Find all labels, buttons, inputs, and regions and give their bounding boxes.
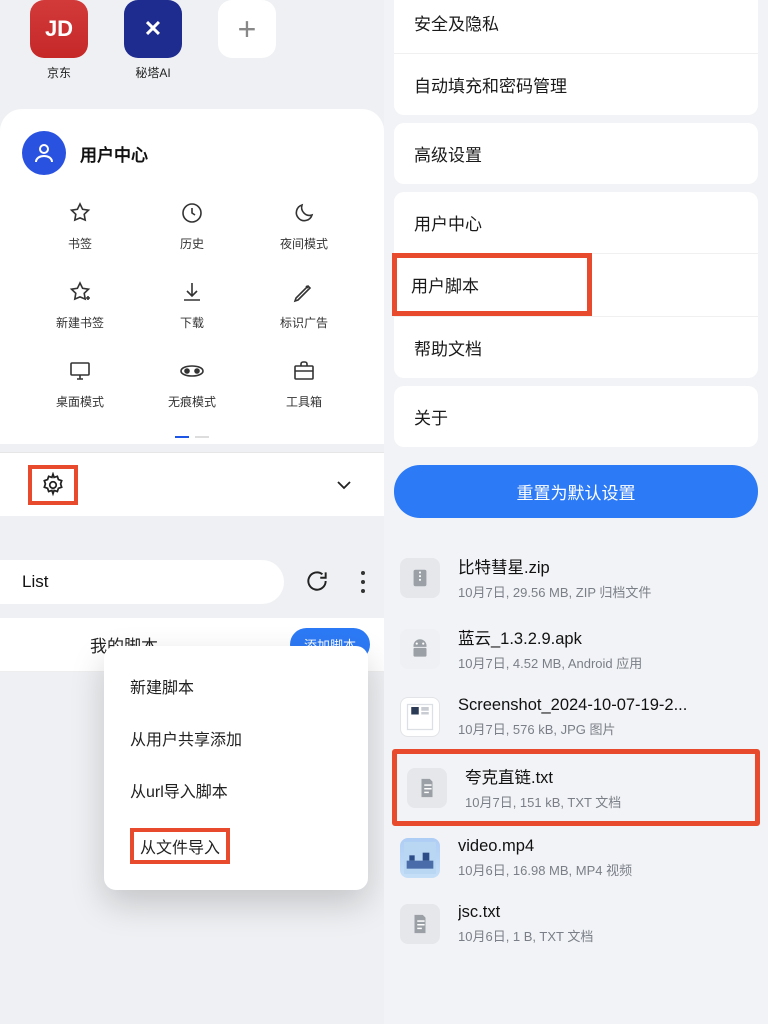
address-bar[interactable]: List xyxy=(0,560,284,604)
grid-mark-ad[interactable]: 标识广告 xyxy=(248,278,360,331)
user-script-highlight: 用户脚本 xyxy=(392,253,592,316)
grid-add-bookmark[interactable]: 新建书签 xyxy=(24,278,136,331)
from-file-highlight: 从文件导入 xyxy=(130,828,230,864)
zip-icon xyxy=(400,558,440,598)
file-row-txt-highlight[interactable]: 夸克直链.txt10月7日, 151 kB, TXT 文档 xyxy=(392,749,760,826)
settings-highlight xyxy=(28,465,78,505)
app-mita[interactable]: ✕ 秘塔AI xyxy=(124,0,182,81)
popup-item-from-url[interactable]: 从url导入脚本 xyxy=(104,764,368,816)
file-row-image[interactable]: Screenshot_2024-10-07-19-2...10月7日, 576 … xyxy=(384,684,768,750)
grid-incognito[interactable]: 无痕模式 xyxy=(136,357,248,410)
reload-button[interactable] xyxy=(304,568,332,596)
app-mita-label: 秘塔AI xyxy=(135,64,170,81)
settings-button[interactable] xyxy=(40,472,66,498)
settings-item-user-script[interactable]: 用户脚本 xyxy=(394,253,758,316)
user-center-grid: 书签 历史 夜间模式 新建书签 下载 xyxy=(18,193,366,428)
popup-item-new[interactable]: 新建脚本 xyxy=(104,660,368,712)
user-center-header[interactable]: 用户中心 xyxy=(18,127,366,193)
avatar-icon xyxy=(22,131,66,175)
app-jd-icon: JD xyxy=(30,0,88,58)
plus-icon: + xyxy=(218,0,276,58)
settings-group-1: 安全及隐私 自动填充和密码管理 xyxy=(394,0,758,115)
app-jd-label: 京东 xyxy=(47,64,71,81)
user-center-sheet: 用户中心 书签 历史 夜间模式 新建书签 xyxy=(0,109,384,444)
star-icon xyxy=(66,199,94,227)
file-list: 比特彗星.zip10月7日, 29.56 MB, ZIP 归档文件 蓝云_1.3… xyxy=(384,542,768,957)
document-icon xyxy=(407,768,447,808)
add-script-popup: 新建脚本 从用户共享添加 从url导入脚本 从文件导入 xyxy=(104,646,368,890)
sheet-toolbar xyxy=(0,452,384,516)
settings-item-help[interactable]: 帮助文档 xyxy=(394,316,758,378)
user-center-title: 用户中心 xyxy=(80,141,148,166)
file-row-video[interactable]: video.mp410月6日, 16.98 MB, MP4 视频 xyxy=(384,825,768,891)
image-thumbnail-icon xyxy=(400,697,440,737)
right-panel: 安全及隐私 自动填充和密码管理 高级设置 用户中心 用户脚本 帮助文档 关于 重… xyxy=(384,0,768,1024)
left-panel: JD 京东 ✕ 秘塔AI + 用户中心 书签 xyxy=(0,0,384,1024)
briefcase-icon xyxy=(290,357,318,385)
file-row-zip[interactable]: 比特彗星.zip10月7日, 29.56 MB, ZIP 归档文件 xyxy=(384,542,768,613)
download-icon xyxy=(178,278,206,306)
grid-night[interactable]: 夜间模式 xyxy=(248,199,360,252)
settings-item-advanced[interactable]: 高级设置 xyxy=(394,123,758,184)
settings-item-autofill[interactable]: 自动填充和密码管理 xyxy=(394,53,758,115)
settings-item-security[interactable]: 安全及隐私 xyxy=(394,0,758,53)
overflow-menu-button[interactable] xyxy=(352,571,374,593)
grid-desktop[interactable]: 桌面模式 xyxy=(24,357,136,410)
grid-bookmark[interactable]: 书签 xyxy=(24,199,136,252)
pencil-icon xyxy=(290,278,318,306)
mask-icon xyxy=(178,357,206,385)
app-jd[interactable]: JD 京东 xyxy=(30,0,88,81)
clock-icon xyxy=(178,199,206,227)
reset-defaults-button[interactable]: 重置为默认设置 xyxy=(394,465,758,518)
settings-item-user-center[interactable]: 用户中心 xyxy=(394,192,758,253)
settings-group-4: 关于 xyxy=(394,386,758,447)
android-icon xyxy=(400,629,440,669)
page-indicator xyxy=(18,428,366,444)
popup-item-from-file[interactable]: 从文件导入 xyxy=(124,818,348,874)
moon-icon xyxy=(290,199,318,227)
settings-group-2: 高级设置 xyxy=(394,123,758,184)
file-row-txt2[interactable]: jsc.txt10月6日, 1 B, TXT 文档 xyxy=(384,891,768,957)
popup-item-from-share[interactable]: 从用户共享添加 xyxy=(104,712,368,764)
grid-download[interactable]: 下载 xyxy=(136,278,248,331)
address-bar-row: List xyxy=(0,552,384,612)
settings-item-about[interactable]: 关于 xyxy=(394,386,758,447)
grid-toolbox[interactable]: 工具箱 xyxy=(248,357,360,410)
app-mita-icon: ✕ xyxy=(124,0,182,58)
monitor-icon xyxy=(66,357,94,385)
document-icon xyxy=(400,904,440,944)
settings-group-3: 用户中心 用户脚本 帮助文档 xyxy=(394,192,758,378)
star-plus-icon xyxy=(66,278,94,306)
file-row-apk[interactable]: 蓝云_1.3.2.9.apk10月7日, 4.52 MB, Android 应用 xyxy=(384,613,768,684)
collapse-button[interactable] xyxy=(332,473,356,497)
grid-history[interactable]: 历史 xyxy=(136,199,248,252)
app-add[interactable]: + xyxy=(218,0,276,81)
home-apps: JD 京东 ✕ 秘塔AI + xyxy=(0,0,384,91)
video-thumbnail-icon xyxy=(400,838,440,878)
